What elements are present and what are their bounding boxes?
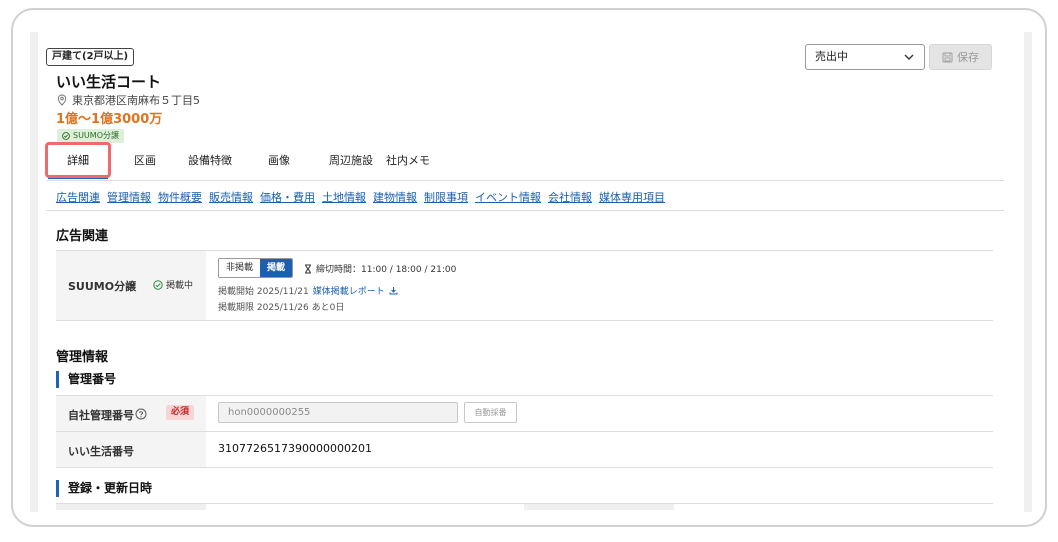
save-button-label: 保存 [957, 51, 979, 64]
anchor-link-company[interactable]: 会社情報 [548, 189, 592, 205]
status-select-value: 売出中 [815, 50, 848, 63]
suumo-row-label: SUUMO分譲 [68, 280, 137, 293]
company-id-input[interactable] [218, 402, 458, 423]
registration-dates-subtitle: 登録・更新日時 [56, 480, 152, 497]
save-button[interactable]: 保存 [929, 44, 992, 70]
tab-lots[interactable]: 区画 [108, 145, 182, 177]
company-id-label: 自社管理番号 [68, 409, 134, 422]
save-icon [942, 52, 953, 62]
deadline-info: 締切時間：11:00 / 18:00 / 21:00 [304, 262, 456, 275]
check-circle-icon [62, 132, 70, 140]
ii-number-value: 3107726517390000000201 [218, 442, 372, 455]
required-badge: 必須 [166, 405, 195, 420]
ii-number-label-cell: いい生活番号 [56, 432, 206, 467]
dates-row-label-cell [56, 504, 206, 510]
anchor-link-events[interactable]: イベント情報 [475, 189, 541, 205]
property-price: 1億〜1億3000万 [56, 112, 163, 127]
tab-nearby[interactable]: 周辺施設 [320, 145, 382, 177]
tab-images[interactable]: 画像 [238, 145, 320, 177]
dates-row-label-cell-2 [524, 504, 674, 510]
section-anchor-links: 広告関連 管理情報 物件概要 販売情報 価格・費用 土地情報 建物情報 制限事項… [56, 189, 665, 205]
suumo-tag: SUUMO分譲 [57, 129, 124, 143]
auto-number-button[interactable]: 自動採番 [464, 402, 517, 423]
anchor-link-management[interactable]: 管理情報 [107, 189, 151, 205]
management-section-title: 管理情報 [56, 350, 109, 365]
anchor-link-sales[interactable]: 販売情報 [209, 189, 253, 205]
company-id-row: 自社管理番号 [56, 395, 993, 432]
status-select[interactable]: 売出中 [805, 44, 925, 70]
anchor-link-overview[interactable]: 物件概要 [158, 189, 202, 205]
posting-status-label: 掲載中 [166, 281, 194, 291]
suumo-row: SUUMO分譲 [56, 250, 993, 321]
active-tab-indicator [48, 176, 108, 179]
anchor-link-ad[interactable]: 広告関連 [56, 189, 100, 205]
publication-start: 掲載開始 2025/11/21 媒体掲載レポート [218, 284, 398, 297]
publication-start-text: 掲載開始 2025/11/21 [218, 287, 309, 297]
management-number-subtitle: 管理番号 [56, 371, 116, 388]
toggle-unpublished[interactable]: 非掲載 [219, 259, 261, 277]
anchor-link-land[interactable]: 土地情報 [322, 189, 366, 205]
ii-number-label: いい生活番号 [68, 445, 134, 458]
anchor-link-media[interactable]: 媒体専用項目 [599, 189, 665, 205]
posting-status: 掲載中 [153, 278, 193, 291]
help-icon[interactable] [135, 408, 147, 420]
tab-internal-memo[interactable]: 社内メモ [382, 145, 434, 177]
detail-tabs: 詳細 区画 設備特徴 画像 周辺施設 社内メモ [48, 145, 434, 179]
ad-section-title: 広告関連 [56, 229, 109, 244]
property-address: 東京都港区南麻布５丁目5 [57, 92, 200, 108]
posting-toggle: 非掲載 掲載 [218, 258, 294, 278]
property-name: いい生活コート [56, 73, 162, 91]
anchor-link-restrictions[interactable]: 制限事項 [424, 189, 468, 205]
address-text: 東京都港区南麻布５丁目5 [72, 94, 200, 107]
publication-end: 掲載期限 2025/11/26 あと0日 [218, 303, 345, 313]
property-type-badge: 戸建て(2戸以上) [46, 48, 135, 66]
download-icon[interactable] [389, 286, 398, 295]
deadline-text: 締切時間：11:00 / 18:00 / 21:00 [316, 265, 457, 275]
tab-details[interactable]: 詳細 [48, 145, 108, 177]
toggle-published[interactable]: 掲載 [260, 259, 293, 277]
tabs-divider [46, 180, 1004, 181]
chevron-down-icon [904, 54, 914, 60]
ii-number-row: いい生活番号 [56, 431, 993, 468]
tab-equipment[interactable]: 設備特徴 [182, 145, 238, 177]
anchor-link-price[interactable]: 価格・費用 [260, 189, 315, 205]
location-pin-icon [57, 94, 67, 106]
media-report-link[interactable]: 媒体掲載レポート [313, 284, 385, 297]
check-circle-icon [153, 279, 163, 290]
anchor-link-building[interactable]: 建物情報 [373, 189, 417, 205]
hourglass-icon [305, 264, 311, 273]
suumo-tag-label: SUUMO分譲 [73, 131, 119, 140]
links-divider [46, 210, 1004, 211]
